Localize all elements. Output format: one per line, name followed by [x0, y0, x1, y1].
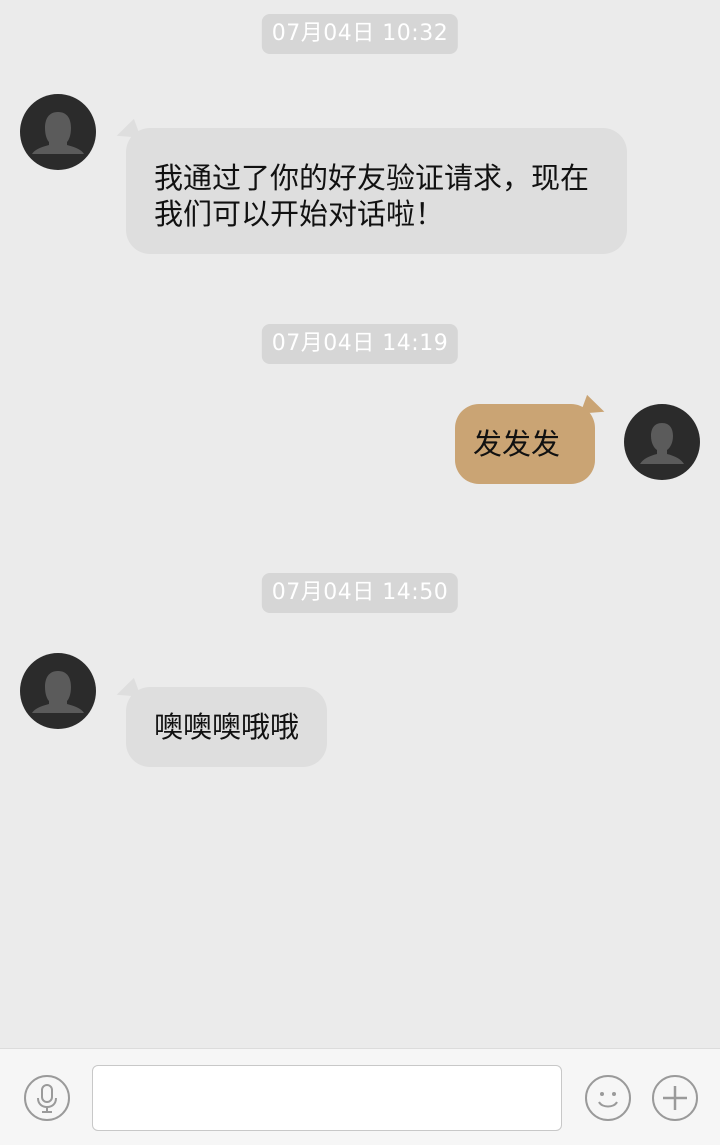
message-timestamp: 07月04日 14:50	[261, 573, 459, 613]
more-options-button[interactable]	[652, 1075, 698, 1121]
message-timestamp: 07月04日 10:32	[261, 14, 459, 54]
message-timestamp: 07月04日 14:19	[261, 324, 459, 364]
smiley-face-icon	[598, 1092, 618, 1108]
my-avatar[interactable]	[624, 404, 700, 480]
incoming-message-bubble[interactable]: 我通过了你的好友验证请求，现在我们可以开始对话啦！	[113, 118, 627, 254]
female-user-silhouette-icon	[32, 112, 84, 154]
message-text: 发发发	[473, 427, 561, 461]
emoji-button[interactable]	[585, 1075, 631, 1121]
outgoing-message-bubble[interactable]: 发发发	[455, 394, 608, 484]
bubble-tail	[113, 118, 141, 146]
incoming-message-bubble[interactable]: 噢噢噢哦哦	[113, 677, 327, 767]
bubble-tail	[580, 394, 608, 422]
contact-avatar[interactable]	[20, 653, 96, 729]
plus-icon	[663, 1086, 687, 1110]
message-input[interactable]	[92, 1065, 562, 1131]
message-text: 噢噢噢哦哦	[154, 710, 300, 744]
message-text: 我通过了你的好友验证请求，现在我们可以开始对话啦！	[154, 161, 590, 231]
bubble-tail	[113, 677, 141, 705]
male-user-silhouette-icon	[640, 423, 684, 464]
voice-input-button[interactable]	[24, 1075, 70, 1121]
female-user-silhouette-icon	[32, 671, 84, 713]
microphone-icon	[37, 1084, 57, 1113]
contact-avatar[interactable]	[20, 94, 96, 170]
chat-input-bar	[0, 1048, 720, 1145]
